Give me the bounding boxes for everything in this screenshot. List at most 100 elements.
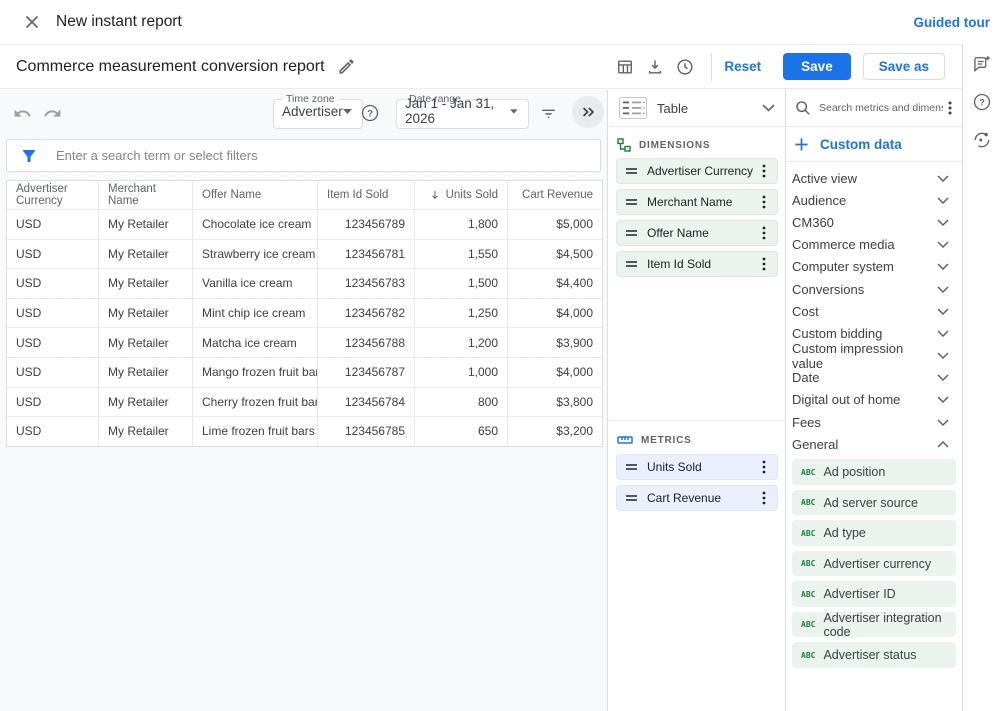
category-row[interactable]: Commerce media — [787, 234, 962, 256]
dimension-chip-label: Offer Name — [647, 226, 709, 240]
table-cell: My Retailer — [99, 388, 193, 417]
table-view-button[interactable] — [611, 53, 639, 81]
table-row: USD My Retailer Vanilla ice cream 123456… — [7, 268, 602, 298]
table-cell: My Retailer — [99, 328, 193, 357]
category-label: General — [792, 437, 838, 452]
field-chip[interactable]: ABC Advertiser ID — [792, 581, 956, 607]
field-chip[interactable]: ABC Ad position — [792, 459, 956, 485]
chip-menu-button[interactable] — [757, 459, 771, 475]
category-row[interactable]: Active view — [787, 167, 962, 189]
close-button[interactable] — [18, 8, 46, 36]
library-search-input[interactable] — [819, 102, 943, 114]
category-row-expanded[interactable]: General — [787, 433, 962, 455]
category-row[interactable]: Cost — [787, 300, 962, 322]
chip-menu-button[interactable] — [757, 194, 771, 210]
guided-tour-link[interactable]: Guided tour — [914, 15, 991, 30]
divider — [711, 53, 712, 81]
field-chip-label: Advertiser ID — [823, 587, 895, 601]
reset-button[interactable]: Reset — [724, 59, 761, 74]
category-row[interactable]: Custom impression value — [787, 345, 962, 367]
chip-menu-button[interactable] — [757, 163, 771, 179]
table-cell: 1,500 — [415, 269, 508, 298]
schedule-button[interactable] — [671, 53, 699, 81]
column-header[interactable]: Cart Revenue — [508, 181, 602, 209]
field-chip[interactable]: ABC Advertiser integration code — [792, 612, 956, 638]
library-menu-button[interactable] — [943, 99, 957, 117]
field-chip[interactable]: ABC Advertiser status — [792, 642, 956, 668]
table-body: USD My Retailer Chocolate ice cream 1234… — [7, 209, 602, 446]
custom-data-label: Custom data — [820, 137, 902, 152]
chip-menu-button[interactable] — [757, 225, 771, 241]
drag-handle-icon[interactable] — [625, 198, 638, 206]
chip-menu-button[interactable] — [757, 256, 771, 272]
expand-panel-button[interactable] — [572, 96, 604, 128]
field-chip[interactable]: ABC Ad type — [792, 520, 956, 546]
builder-panel: Table DIMENSIONS Advertiser Currency — [609, 90, 786, 711]
category-row[interactable]: CM360 — [787, 211, 962, 233]
category-row[interactable]: Audience — [787, 189, 962, 211]
daterange-select[interactable]: Date range Jan 1 - Jan 31, 2026 — [396, 93, 529, 129]
chart-type-selector[interactable]: Table — [609, 90, 785, 127]
drag-handle-icon[interactable] — [625, 494, 638, 502]
filter-list-button[interactable] — [534, 99, 562, 127]
category-row[interactable]: Digital out of home — [787, 389, 962, 411]
drag-handle-icon[interactable] — [625, 260, 638, 268]
column-header-sorted[interactable]: Units Sold — [415, 181, 508, 209]
category-row[interactable]: Computer system — [787, 256, 962, 278]
insights-button[interactable] — [968, 126, 996, 154]
metric-chip[interactable]: Cart Revenue — [616, 485, 778, 511]
dimension-chip[interactable]: Merchant Name — [616, 189, 778, 215]
chevron-down-icon — [937, 374, 949, 381]
timezone-select[interactable]: Time zone Advertiser — [273, 93, 363, 129]
field-chip-label: Ad type — [823, 526, 865, 540]
chip-menu-button[interactable] — [757, 490, 771, 506]
redo-button[interactable] — [38, 99, 66, 127]
custom-data-button[interactable]: Custom data — [787, 127, 962, 162]
caret-down-icon — [510, 109, 518, 114]
orbit-icon — [972, 130, 992, 150]
table-cell: USD — [7, 269, 99, 298]
dimension-chip[interactable]: Offer Name — [616, 220, 778, 246]
dimension-chip[interactable]: Item Id Sold — [616, 251, 778, 277]
metrics-list: Units Sold Cart Revenue — [609, 452, 785, 511]
help-icon: ? — [360, 103, 380, 123]
category-row[interactable]: Fees — [787, 411, 962, 433]
column-header[interactable]: Offer Name — [193, 181, 318, 209]
drag-handle-icon[interactable] — [625, 463, 638, 471]
svg-text:?: ? — [979, 97, 985, 107]
column-header[interactable]: Item Id Sold — [318, 181, 415, 209]
table-cell: 123456784 — [318, 388, 415, 417]
table-cell: $4,000 — [508, 299, 602, 328]
chevron-down-icon — [937, 197, 949, 204]
field-chip[interactable]: ABC Ad server source — [792, 490, 956, 516]
drag-handle-icon[interactable] — [625, 167, 638, 175]
table-cell: 1,550 — [415, 240, 508, 269]
table-header-row: Advertiser Currency Merchant Name Offer … — [7, 181, 602, 209]
dimension-chip[interactable]: Advertiser Currency — [616, 158, 778, 184]
drag-handle-icon[interactable] — [625, 229, 638, 237]
metric-chip[interactable]: Units Sold — [616, 454, 778, 480]
table-cell: 1,000 — [415, 358, 508, 387]
column-header[interactable]: Merchant Name — [99, 181, 193, 209]
filter-bar[interactable] — [6, 139, 601, 172]
field-chip[interactable]: ABC Advertiser currency — [792, 551, 956, 577]
table-cell: My Retailer — [99, 269, 193, 298]
undo-button[interactable] — [8, 99, 36, 127]
save-button[interactable]: Save — [783, 53, 851, 80]
filter-list-icon — [539, 104, 558, 123]
edit-title-button[interactable] — [333, 53, 361, 81]
filter-search-input[interactable] — [56, 148, 600, 163]
timezone-help-button[interactable]: ? — [356, 99, 384, 127]
table-cell: My Retailer — [99, 358, 193, 387]
kebab-icon — [757, 194, 771, 210]
field-chip-label: Advertiser currency — [823, 557, 931, 571]
column-header[interactable]: Advertiser Currency — [7, 181, 99, 209]
save-as-button[interactable]: Save as — [863, 53, 945, 80]
category-label: Conversions — [792, 282, 864, 297]
download-button[interactable] — [641, 53, 669, 81]
table-row: USD My Retailer Cherry frozen fruit bars… — [7, 387, 602, 417]
help-button[interactable]: ? — [968, 88, 996, 116]
table-cell: USD — [7, 240, 99, 269]
feedback-button[interactable] — [968, 50, 996, 78]
category-row[interactable]: Conversions — [787, 278, 962, 300]
